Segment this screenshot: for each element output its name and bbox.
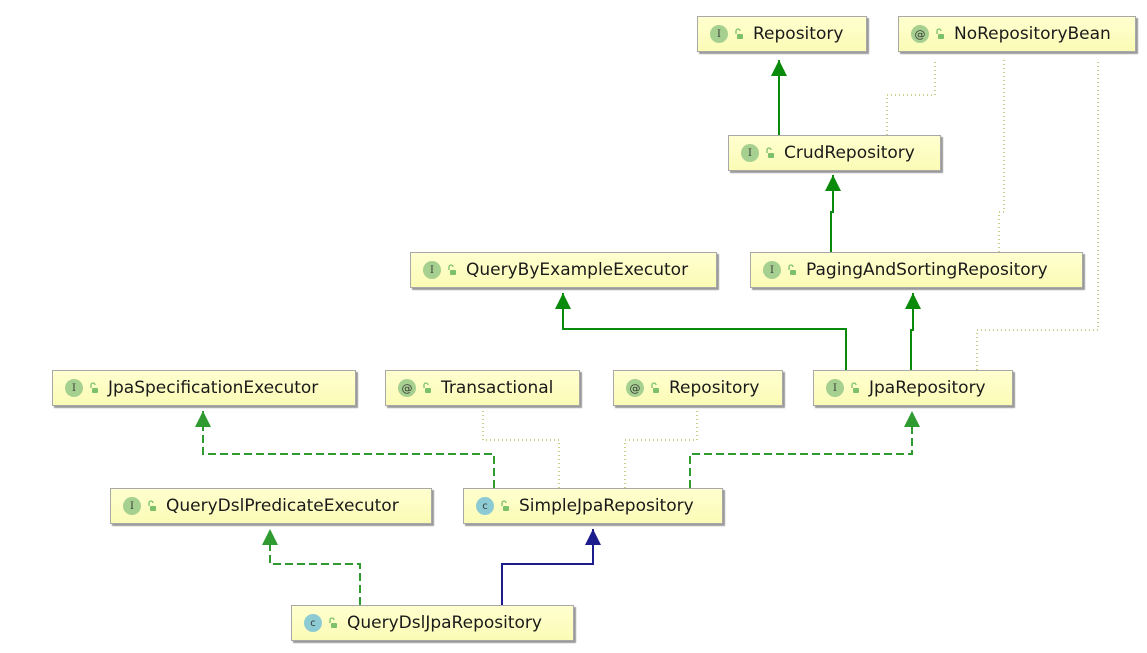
edge-annotated	[482, 411, 560, 488]
unlocked-icon	[651, 382, 659, 393]
arrowhead-icon	[904, 411, 920, 427]
class-icon: c	[476, 497, 494, 515]
arrowhead-icon	[195, 411, 211, 427]
interface-icon: I	[123, 497, 141, 515]
unlocked-icon	[936, 28, 944, 39]
interface-icon: I	[741, 144, 759, 162]
node-jpa-specification-executor[interactable]: I JpaSpecificationExecutor	[52, 370, 356, 406]
interface-icon: I	[826, 379, 844, 397]
node-label: NoRepositoryBean	[954, 24, 1111, 44]
unlocked-icon	[423, 382, 431, 393]
unlocked-icon	[90, 382, 98, 393]
node-label: PagingAndSortingRepository	[806, 260, 1048, 280]
interface-icon: I	[710, 25, 728, 43]
edge-annotated	[998, 60, 1005, 252]
unlocked-icon	[148, 500, 156, 511]
node-repository[interactable]: I Repository	[697, 16, 867, 52]
edge-implements	[689, 411, 913, 488]
node-label: CrudRepository	[784, 143, 915, 163]
edges-layer	[195, 60, 1099, 605]
node-query-by-example-executor[interactable]: I QueryByExampleExecutor	[410, 252, 717, 288]
node-label: QueryDslPredicateExecutor	[166, 496, 399, 516]
node-simple-jpa-repository[interactable]: c SimpleJpaRepository	[463, 488, 723, 524]
arrowhead-icon	[262, 529, 278, 545]
annotation-icon: @	[911, 25, 929, 43]
unlocked-icon	[788, 264, 796, 275]
node-query-dsl-jpa-repository[interactable]: c QueryDslJpaRepository	[291, 605, 574, 641]
edge-extends	[562, 293, 847, 370]
annotation-icon: @	[398, 379, 416, 397]
node-no-repository-bean[interactable]: @ NoRepositoryBean	[898, 16, 1136, 52]
node-query-dsl-predicate-executor[interactable]: I QueryDslPredicateExecutor	[110, 488, 432, 524]
annotation-icon: @	[626, 379, 644, 397]
node-jpa-repository[interactable]: I JpaRepository	[813, 370, 1013, 406]
edge-annotated	[976, 60, 1099, 370]
node-label: Repository	[753, 24, 844, 44]
node-label: SimpleJpaRepository	[519, 496, 694, 516]
unlocked-icon	[448, 264, 456, 275]
unlocked-icon	[329, 617, 337, 628]
arrowhead-icon	[771, 60, 787, 76]
unlocked-icon	[735, 28, 743, 39]
arrowhead-icon	[825, 175, 841, 191]
node-crud-repository[interactable]: I CrudRepository	[728, 135, 941, 171]
arrowhead-icon	[555, 293, 571, 309]
class-icon: c	[304, 614, 322, 632]
edge-implements	[202, 411, 495, 488]
interface-icon: I	[423, 261, 441, 279]
node-label: QueryByExampleExecutor	[466, 260, 689, 280]
node-transactional[interactable]: @ Transactional	[385, 370, 580, 406]
node-label: Transactional	[441, 378, 554, 398]
node-paging-and-sorting-repository[interactable]: I PagingAndSortingRepository	[750, 252, 1083, 288]
unlocked-icon	[851, 382, 859, 393]
edge-annotated	[886, 60, 936, 135]
interface-icon: I	[763, 261, 781, 279]
edge-implements	[269, 529, 361, 605]
node-label: QueryDslJpaRepository	[347, 613, 542, 633]
unlocked-icon	[501, 500, 509, 511]
node-label: Repository	[669, 378, 760, 398]
node-label: JpaSpecificationExecutor	[108, 378, 319, 398]
arrowhead-icon	[905, 293, 921, 309]
unlocked-icon	[766, 147, 774, 158]
arrowhead-icon	[585, 529, 601, 545]
edge-annotated	[624, 411, 698, 488]
node-label: JpaRepository	[869, 378, 986, 398]
node-repository-annotation[interactable]: @ Repository	[613, 370, 783, 406]
edge-class-extends	[501, 529, 594, 605]
interface-icon: I	[65, 379, 83, 397]
